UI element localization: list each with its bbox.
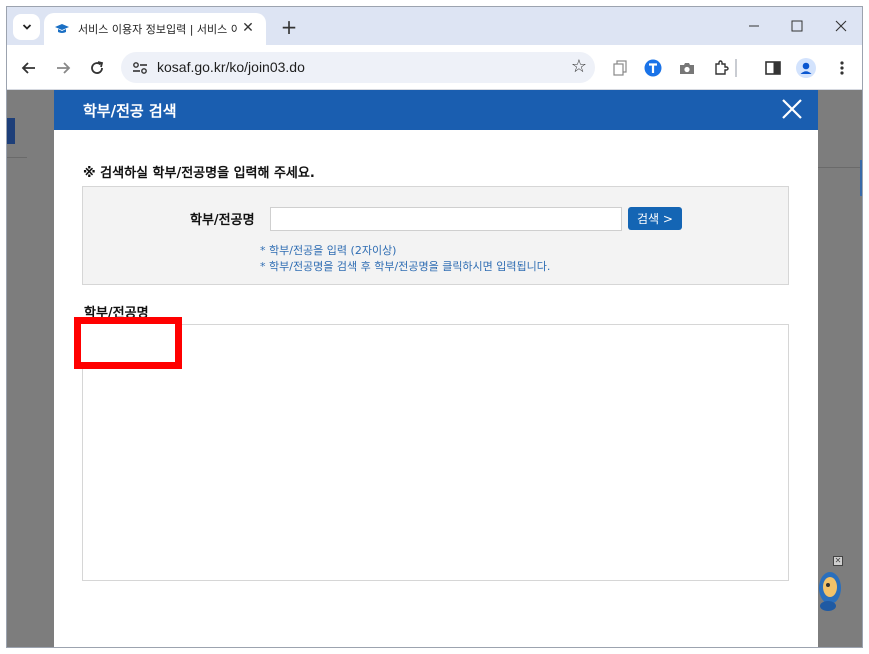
search-hint-1: * 학부/전공을 입력 (2자이상) (260, 244, 397, 257)
background-divider (7, 157, 27, 158)
search-instruction: ※ 검색하실 학부/전공명을 입력해 주세요. (83, 166, 315, 181)
result-list (82, 356, 789, 581)
modal-header: 학부/전공 검색 (54, 90, 818, 130)
camera-icon[interactable] (676, 57, 698, 79)
result-table-header (82, 324, 789, 357)
extensions-puzzle-icon[interactable] (710, 57, 732, 79)
maximize-button[interactable] (782, 13, 812, 39)
close-tab-icon[interactable]: ✕ (240, 20, 256, 36)
url-text: kosaf.go.kr/ko/join03.do (157, 59, 305, 75)
tab-search-button[interactable] (13, 14, 40, 40)
close-window-button[interactable] (826, 13, 856, 39)
graduation-cap-icon (54, 22, 70, 36)
reload-button[interactable] (84, 55, 110, 81)
menu-kebab-icon[interactable] (831, 57, 853, 79)
title-bar: 서비스 이용자 정보입력 | 서비스 이용 ✕ + (7, 7, 862, 45)
tab-title: 서비스 이용자 정보입력 | 서비스 이용 (78, 23, 238, 36)
site-settings-icon[interactable] (131, 59, 149, 77)
new-tab-button[interactable]: + (277, 15, 301, 39)
modal-title: 학부/전공 검색 (83, 102, 177, 120)
copy-icon[interactable] (609, 57, 631, 79)
minimize-button[interactable] (739, 13, 769, 39)
major-search-modal: 학부/전공 검색 ※ 검색하실 학부/전공명을 입력해 주세요. 학부/전공명 … (54, 90, 818, 647)
mascot-close-icon[interactable]: ✕ (833, 556, 843, 566)
browser-window: 서비스 이용자 정보입력 | 서비스 이용 ✕ + kosaf.go.kr/ko… (6, 6, 863, 648)
chevron-down-icon (22, 24, 31, 30)
arrow-right-icon (57, 62, 71, 74)
address-bar[interactable]: kosaf.go.kr/ko/join03.do ☆ (121, 52, 595, 83)
translate-extension-icon[interactable] (642, 57, 664, 79)
search-button[interactable]: 검색 > (628, 207, 682, 230)
background-side-tab (860, 160, 862, 196)
search-panel: 학부/전공명 검색 > * 학부/전공을 입력 (2자이상) * 학부/전공명을… (82, 186, 789, 285)
red-highlight-box (74, 317, 182, 369)
mascot-character-icon (819, 572, 841, 611)
page-content: ✕ 학부/전공 검색 ※ 검색하실 학부/전공명을 입력해 주세요. 학부/전공… (7, 90, 862, 647)
tab-active[interactable]: 서비스 이용자 정보입력 | 서비스 이용 ✕ (44, 13, 266, 45)
browser-toolbar: kosaf.go.kr/ko/join03.do ☆ (7, 45, 862, 90)
back-button[interactable] (16, 55, 42, 81)
close-icon[interactable] (780, 97, 804, 121)
search-hint-2: * 학부/전공명을 검색 후 학부/전공명을 클릭하시면 입력됩니다. (260, 260, 551, 273)
search-label: 학부/전공명 (190, 213, 255, 228)
major-search-input[interactable] (270, 207, 622, 231)
forward-button[interactable] (50, 55, 76, 81)
background-divider (818, 167, 862, 168)
reload-icon (91, 61, 104, 74)
profile-avatar-icon[interactable] (795, 57, 817, 79)
arrow-left-icon (21, 62, 35, 74)
side-panel-icon[interactable] (762, 57, 784, 79)
bookmark-star-icon[interactable]: ☆ (571, 56, 587, 77)
background-logo (7, 118, 15, 144)
toolbar-divider (735, 59, 737, 77)
